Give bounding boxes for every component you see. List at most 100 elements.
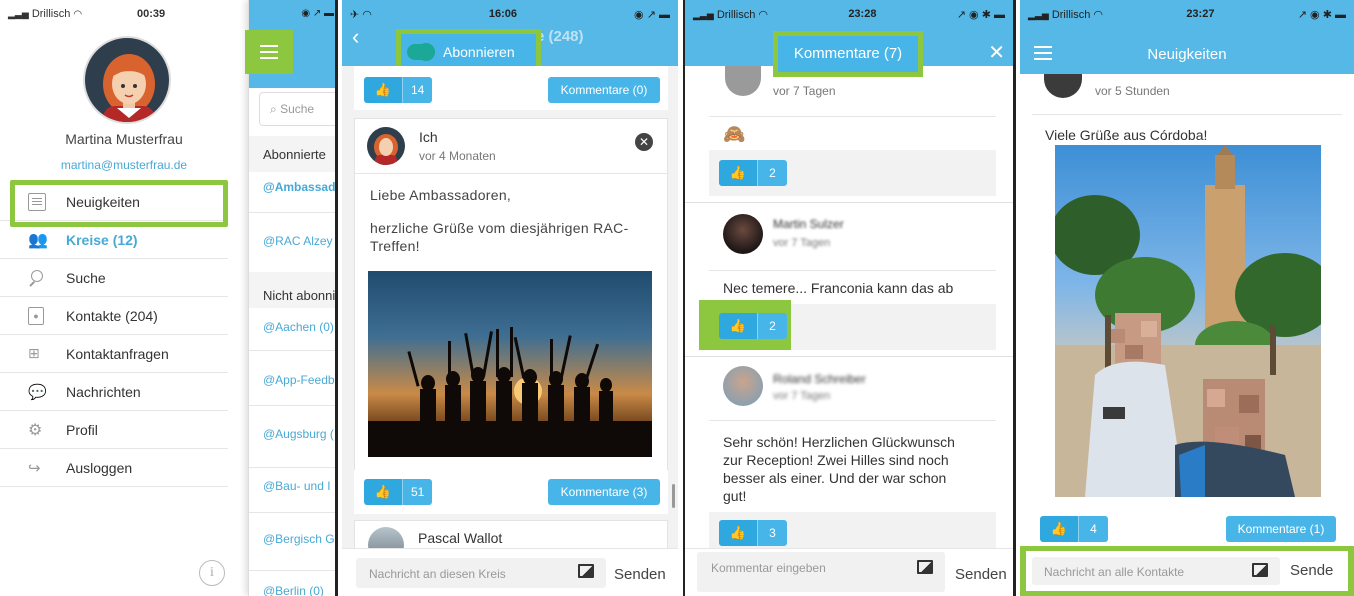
- avatar[interactable]: [723, 366, 763, 406]
- avatar[interactable]: [1044, 74, 1082, 98]
- avatar[interactable]: [83, 36, 171, 124]
- image-icon[interactable]: [1252, 563, 1268, 577]
- post-time: vor 5 Stunden: [1095, 84, 1170, 98]
- like-button[interactable]: 👍 14: [364, 77, 433, 103]
- menu-item-messages[interactable]: 💬 Nachrichten: [0, 373, 228, 411]
- thumbs-up-icon: 👍: [729, 525, 747, 540]
- news-title: Neuigkeiten: [1147, 46, 1227, 63]
- menu-label-messages: Nachrichten: [66, 383, 141, 400]
- status-time: 23:28: [848, 8, 877, 20]
- comment-input[interactable]: Kommentar eingeben: [697, 552, 945, 592]
- behind-search[interactable]: ⌕ Suche: [259, 92, 335, 126]
- comments-title: Kommentare (7): [778, 36, 918, 72]
- circles-icon: 👥: [28, 231, 48, 249]
- post-line-1: Liebe Ambassadoren,: [370, 187, 512, 203]
- back-chevron-icon[interactable]: ‹: [352, 24, 359, 50]
- avatar[interactable]: [725, 66, 761, 96]
- airplane-icon: ✈ ◠: [350, 8, 372, 21]
- scrollbar[interactable]: [672, 484, 675, 508]
- screen-news: ▂▃▅ Drillisch ◠ 23:27 ↗ ◉ ✱ ▬ Neuigkeite…: [1020, 0, 1354, 596]
- like-count: 2: [757, 160, 787, 186]
- post-image[interactable]: [1055, 145, 1321, 497]
- like-button[interactable]: 👍 3: [719, 520, 787, 546]
- behind-item[interactable]: @Berlin (0): [263, 584, 324, 596]
- section-subscribed: Abonnierte: [249, 136, 335, 172]
- behind-item[interactable]: @Ambassad: [263, 180, 335, 194]
- side-menu: ▂▃▅ Drillisch ◠ 00:39 Martina Musterfrau…: [0, 0, 248, 596]
- info-icon[interactable]: i: [199, 560, 225, 586]
- comments-button[interactable]: Kommentare (1): [1226, 516, 1336, 542]
- thumbs-up-icon: 👍: [374, 484, 392, 499]
- comments-button[interactable]: Kommentare (3): [548, 479, 660, 505]
- comment-time: vor 7 Tagen: [773, 84, 836, 98]
- logout-icon: ↪: [28, 459, 41, 477]
- screen-comments: ▂▃▅ Drillisch ◠ 23:28 ↗ ◉ ✱ ▬ Kommentare…: [683, 0, 1016, 596]
- post-author: Ich: [419, 129, 438, 145]
- image-icon[interactable]: [578, 564, 594, 578]
- menu-label-logout: Ausloggen: [66, 459, 133, 476]
- close-icon[interactable]: ✕: [635, 133, 653, 151]
- screen-menu: ▂▃▅ Drillisch ◠ 00:39 Martina Musterfrau…: [0, 0, 338, 596]
- like-count: 4: [1078, 516, 1108, 542]
- status-time: 16:06: [488, 8, 518, 20]
- menu-label-search: Suche: [66, 269, 106, 286]
- carrier: ▂▃▅ Drillisch ◠: [8, 8, 83, 20]
- like-button[interactable]: 👍 2: [719, 313, 787, 339]
- message-input[interactable]: Nachricht an diesen Kreis: [356, 558, 606, 588]
- behind-item[interactable]: @Aachen (0): [263, 320, 334, 334]
- status-time: 23:27: [1186, 8, 1215, 20]
- send-button[interactable]: Sende: [1290, 562, 1333, 579]
- menu-label-circles: Kreise (12): [66, 231, 138, 248]
- like-button[interactable]: 👍 2: [719, 160, 787, 186]
- behind-item[interactable]: @Bergisch G: [263, 532, 335, 546]
- section-not-subscribed: Nicht abonni: [249, 272, 335, 308]
- like-count: 14: [402, 77, 433, 103]
- contact-requests-icon: ⊞: [28, 345, 40, 361]
- behind-item[interactable]: @RAC Alzey: [263, 234, 333, 248]
- avatar[interactable]: [723, 214, 763, 254]
- menu-item-search[interactable]: Suche: [0, 259, 228, 297]
- menu-label-contacts: Kontakte (204): [66, 307, 158, 324]
- close-icon[interactable]: ✕: [988, 40, 1005, 65]
- comment-time: vor 7 Tagen: [773, 237, 831, 249]
- like-count: 3: [757, 520, 787, 546]
- behind-item[interactable]: @Augsburg (: [263, 427, 334, 441]
- post-text: Viele Grüße aus Córdoba!: [1045, 127, 1208, 143]
- thumbs-up-icon: 👍: [374, 82, 392, 97]
- post-line-2: herzliche Grüße vom diesjährigen RAC-Tre…: [370, 220, 629, 254]
- input-highlight: Nachricht an alle Kontakte Sende: [1020, 546, 1354, 596]
- message-input[interactable]: Nachricht an alle Kontakte: [1032, 557, 1280, 585]
- behind-item[interactable]: @App-Feedb: [263, 373, 335, 387]
- user-email[interactable]: martina@musterfrau.de: [0, 158, 248, 172]
- comment-author: Roland Schreiber: [773, 372, 866, 386]
- image-icon[interactable]: [917, 560, 933, 574]
- behind-item[interactable]: @Bau- und I: [263, 479, 331, 493]
- hamburger-button[interactable]: [245, 30, 293, 74]
- menu-item-contacts[interactable]: ● Kontakte (204): [0, 297, 228, 335]
- menu-list: Neuigkeiten 👥 Kreise (12) Suche ● Kontak…: [0, 183, 248, 487]
- comments-button[interactable]: Kommentare (0): [548, 77, 660, 103]
- subscribe-label: Abonnieren: [443, 44, 515, 60]
- comment-emoji: 🙈: [723, 124, 746, 144]
- send-button[interactable]: Senden: [955, 566, 1007, 583]
- search-icon: [28, 269, 46, 287]
- like-count: 51: [402, 479, 433, 505]
- post-card: Ich vor 4 Monaten ✕ Liebe Ambassadoren, …: [354, 118, 668, 514]
- post-image[interactable]: [368, 271, 652, 457]
- comment-text: Sehr schön! Herzlichen Glückwunsch zur R…: [723, 434, 955, 504]
- menu-item-profile[interactable]: ⚙ Profil: [0, 411, 228, 449]
- like-count: 2: [757, 313, 787, 339]
- comment-text: Nec temere... Franconia kann das ab: [723, 280, 954, 296]
- like-button[interactable]: 👍 4: [1040, 516, 1108, 542]
- avatar[interactable]: [367, 127, 405, 165]
- thumbs-up-icon: 👍: [729, 318, 747, 333]
- thumbs-up-icon: 👍: [1050, 521, 1068, 536]
- highlight-news: [10, 180, 228, 227]
- like-button[interactable]: 👍 51: [364, 479, 433, 505]
- send-button[interactable]: Senden: [614, 566, 666, 583]
- comment-time: vor 7 Tagen: [773, 390, 831, 402]
- menu-item-logout[interactable]: ↪ Ausloggen: [0, 449, 228, 487]
- contacts-icon: ●: [28, 306, 44, 325]
- post-time: vor 4 Monaten: [419, 149, 496, 163]
- menu-item-contact-requests[interactable]: ⊞ Kontaktanfragen: [0, 335, 228, 373]
